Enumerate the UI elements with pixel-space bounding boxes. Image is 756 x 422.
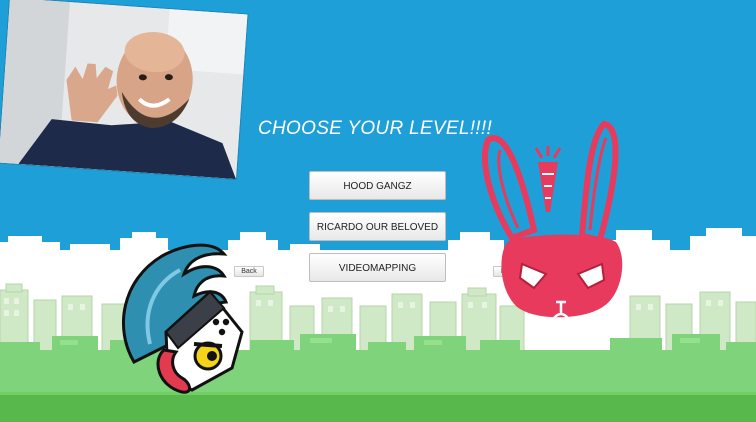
- level-button-videomapping[interactable]: VIDEOMAPPING: [309, 253, 446, 282]
- bird-character-icon: [121, 243, 244, 394]
- bunny-character-icon: [482, 120, 623, 319]
- carrot-icon: [534, 146, 562, 212]
- level-button-hood-gangz[interactable]: HOOD GANGZ: [309, 171, 446, 200]
- webcam-photo-image: [0, 0, 248, 180]
- webcam-photo: [0, 0, 248, 180]
- level-button-ricardo-our-beloved[interactable]: RICARDO OUR BELOVED: [309, 212, 446, 241]
- level-select-screen: CHOOSE YOUR LEVEL!!!! HOOD GANGZ RICARDO…: [0, 0, 756, 422]
